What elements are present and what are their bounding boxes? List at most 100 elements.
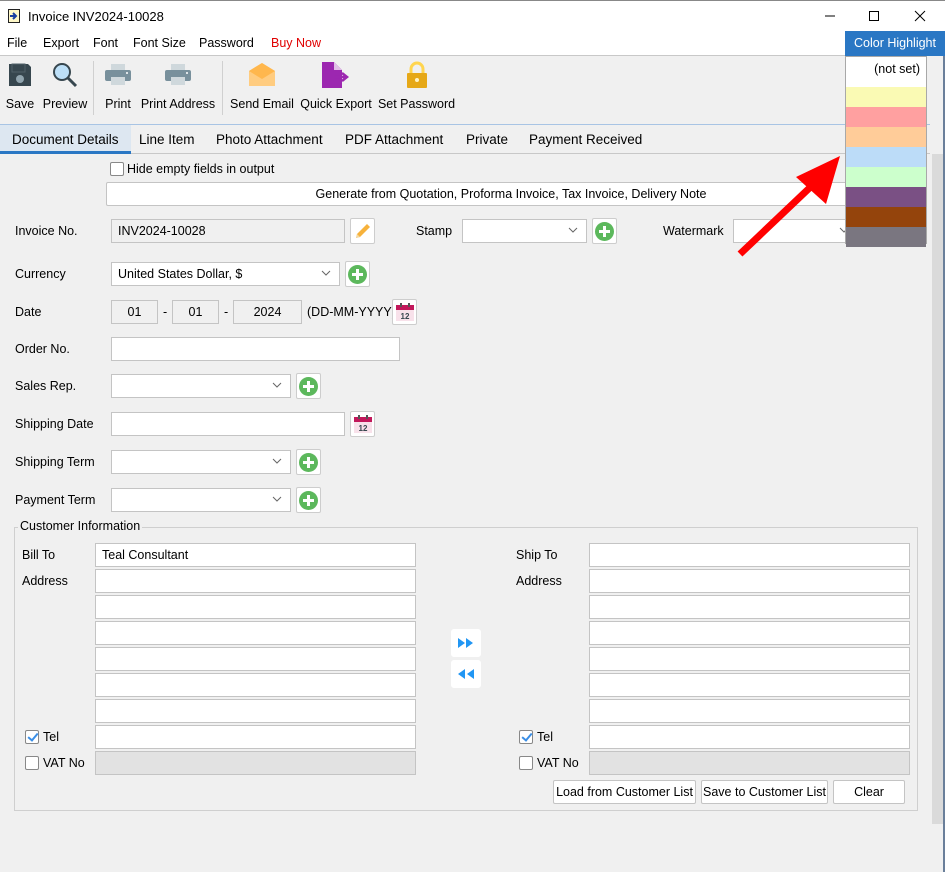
- color-highlight-button[interactable]: Color Highlight: [845, 31, 945, 56]
- menu-font-size[interactable]: Font Size: [133, 36, 186, 50]
- bill-address-line-1[interactable]: [95, 569, 416, 593]
- hide-empty-checkbox[interactable]: [110, 162, 124, 176]
- hide-empty-label: Hide empty fields in output: [127, 162, 275, 176]
- menu-password[interactable]: Password: [199, 36, 254, 50]
- print-address-button[interactable]: Print Address: [141, 57, 215, 119]
- shipping-term-select[interactable]: [111, 450, 291, 474]
- color-option[interactable]: [846, 207, 926, 227]
- toolbar-separator: [222, 61, 223, 115]
- tab-line-item[interactable]: Line Item: [127, 125, 207, 154]
- bill-tel-field[interactable]: [95, 725, 416, 749]
- date-year-field[interactable]: 2024: [233, 300, 302, 324]
- color-option[interactable]: [846, 107, 926, 127]
- ship-vat-field[interactable]: [589, 751, 910, 775]
- color-option[interactable]: [846, 167, 926, 187]
- bill-address-line-6[interactable]: [95, 699, 416, 723]
- save-button[interactable]: Save: [5, 57, 35, 119]
- color-option[interactable]: [846, 187, 926, 207]
- date-day-field[interactable]: 01: [111, 300, 158, 324]
- send-email-button[interactable]: Send Email: [230, 57, 294, 119]
- add-sales-rep-button[interactable]: [296, 373, 321, 399]
- calendar-day-text: 12: [400, 312, 409, 321]
- copy-to-bill-button[interactable]: [451, 660, 481, 688]
- close-button[interactable]: [897, 1, 943, 31]
- shipping-date-calendar-button[interactable]: 12: [350, 411, 375, 437]
- stamp-select[interactable]: [462, 219, 587, 243]
- load-from-customer-list-button[interactable]: Load from Customer List: [553, 780, 696, 804]
- invoice-no-field[interactable]: INV2024-10028: [111, 219, 345, 243]
- tab-private[interactable]: Private: [454, 125, 520, 154]
- bill-address-line-5[interactable]: [95, 673, 416, 697]
- sales-rep-select[interactable]: [111, 374, 291, 398]
- color-option[interactable]: [846, 127, 926, 147]
- add-payment-term-button[interactable]: [296, 487, 321, 513]
- tab-payment-received[interactable]: Payment Received: [517, 125, 654, 154]
- set-password-button[interactable]: Set Password: [378, 57, 455, 119]
- menu-buy-now[interactable]: Buy Now: [271, 36, 321, 50]
- chevron-down-icon: [568, 227, 578, 233]
- save-to-customer-list-button[interactable]: Save to Customer List: [701, 780, 828, 804]
- color-option[interactable]: [846, 87, 926, 107]
- ship-address-line-4[interactable]: [589, 647, 910, 671]
- ship-vat-checkbox[interactable]: [519, 756, 533, 770]
- currency-select[interactable]: United States Dollar, $: [111, 262, 340, 286]
- ship-tel-checkbox[interactable]: [519, 730, 533, 744]
- ship-tel-field[interactable]: [589, 725, 910, 749]
- ship-address-line-6[interactable]: [589, 699, 910, 723]
- ship-to-label: Ship To: [516, 548, 558, 562]
- color-option[interactable]: [846, 147, 926, 167]
- menu-font[interactable]: Font: [93, 36, 118, 50]
- preview-button[interactable]: Preview: [42, 57, 88, 119]
- padlock-icon: [406, 61, 427, 88]
- minimize-button[interactable]: [807, 1, 853, 31]
- ship-address-line-5[interactable]: [589, 673, 910, 697]
- chevron-down-icon: [272, 496, 282, 502]
- shipping-term-label: Shipping Term: [15, 455, 95, 469]
- vertical-scrollbar[interactable]: [932, 154, 943, 872]
- menu-bar: File Export Font Font Size Password Buy …: [0, 31, 945, 56]
- toolbar: Save Preview Print Print Address Send Em…: [0, 57, 945, 120]
- order-no-field[interactable]: [111, 337, 400, 361]
- tab-document-details[interactable]: Document Details: [0, 125, 131, 154]
- calendar-icon: 12: [353, 415, 372, 433]
- shipping-date-field[interactable]: [111, 412, 345, 436]
- print-button[interactable]: Print: [103, 57, 133, 119]
- scrollbar-thumb[interactable]: [932, 154, 943, 824]
- add-stamp-button[interactable]: [592, 218, 617, 244]
- bill-address-line-2[interactable]: [95, 595, 416, 619]
- color-option-not-set[interactable]: (not set): [846, 57, 926, 87]
- add-shipping-term-button[interactable]: [296, 449, 321, 475]
- date-label: Date: [15, 305, 42, 319]
- ship-to-field[interactable]: [589, 543, 910, 567]
- clear-button[interactable]: Clear: [833, 780, 905, 804]
- bill-address-line-4[interactable]: [95, 647, 416, 671]
- bill-tel-checkbox[interactable]: [25, 730, 39, 744]
- tab-pdf-attachment[interactable]: PDF Attachment: [333, 125, 455, 154]
- color-option[interactable]: [846, 227, 926, 247]
- ship-address-line-1[interactable]: [589, 569, 910, 593]
- bill-vat-field[interactable]: [95, 751, 416, 775]
- bill-to-field[interactable]: Teal Consultant: [95, 543, 416, 567]
- bill-address-line-3[interactable]: [95, 621, 416, 645]
- date-format-hint: (DD-MM-YYYY): [307, 305, 396, 319]
- add-currency-button[interactable]: [345, 261, 370, 287]
- ship-address-label: Address: [516, 574, 562, 588]
- bill-vat-checkbox[interactable]: [25, 756, 39, 770]
- payment-term-select[interactable]: [111, 488, 291, 512]
- date-month-field[interactable]: 01: [172, 300, 219, 324]
- maximize-button[interactable]: [851, 1, 897, 31]
- menu-export[interactable]: Export: [43, 36, 79, 50]
- menu-file[interactable]: File: [7, 36, 27, 50]
- ship-address-line-2[interactable]: [589, 595, 910, 619]
- copy-to-ship-button[interactable]: [451, 629, 481, 657]
- ship-address-line-3[interactable]: [589, 621, 910, 645]
- invoice-no-label: Invoice No.: [15, 224, 78, 238]
- bill-vat-label: VAT No: [43, 756, 85, 770]
- date-calendar-button[interactable]: 12: [392, 299, 417, 325]
- export-document-icon: [322, 62, 350, 88]
- set-password-label: Set Password: [377, 97, 456, 111]
- document-arrow-icon: [8, 9, 20, 23]
- quick-export-button[interactable]: Quick Export: [300, 57, 372, 119]
- tab-photo-attachment[interactable]: Photo Attachment: [204, 125, 335, 154]
- edit-invoice-no-button[interactable]: [350, 218, 375, 244]
